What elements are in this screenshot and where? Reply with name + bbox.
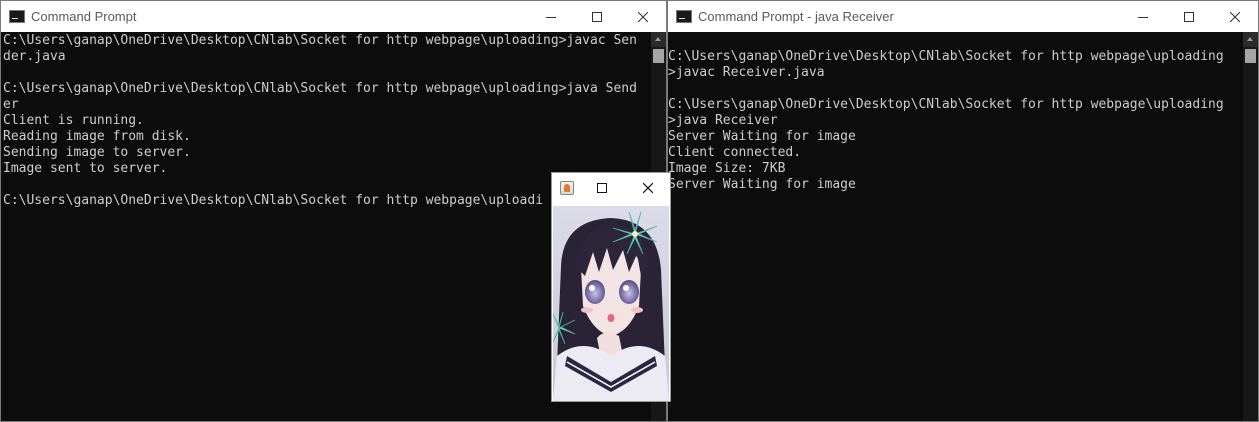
console-line: >java Receiver [668,113,778,128]
console-line: Client is running. [3,113,144,128]
console-line: er [3,97,19,112]
title-bar[interactable]: Command Prompt - java Receiver [668,1,1258,32]
close-icon [638,11,648,22]
console-line: C:\Users\ganap\OneDrive\Desktop\CNlab\So… [3,193,544,208]
console-line: Sending image to server. [3,145,191,160]
maximize-icon [597,183,607,193]
console-line: Image Size: 7KB [668,161,786,176]
minimize-button[interactable] [1120,1,1166,32]
minimize-icon [1138,16,1148,18]
close-button[interactable] [620,1,666,32]
console-line: Reading image from disk. [3,129,191,144]
maximize-button[interactable] [574,1,620,32]
minimize-icon [546,16,556,18]
cmd-icon [9,10,25,23]
title-bar[interactable] [552,173,670,203]
scroll-up-arrow-icon[interactable] [1243,32,1258,47]
console-line: Server Waiting for image [668,129,856,144]
console-line: C:\Users\ganap\OneDrive\Desktop\CNlab\So… [3,33,637,48]
scroll-up-arrow-icon[interactable] [651,32,666,47]
vertical-scrollbar[interactable] [1243,32,1258,421]
image-viewer-window [551,172,671,402]
title-bar[interactable]: Command Prompt [1,1,666,32]
close-button[interactable] [1212,1,1258,32]
maximize-button[interactable] [584,173,620,203]
received-image [553,206,669,401]
console-output[interactable]: C:\Users\ganap\OneDrive\Desktop\CNlab\So… [668,33,1224,193]
console-line: Server Waiting for image [668,177,856,192]
console-line: C:\Users\ganap\OneDrive\Desktop\CNlab\So… [668,97,1224,112]
console-line: Client connected. [668,145,802,160]
maximize-button[interactable] [1166,1,1212,32]
maximize-icon [592,11,602,22]
console-line: >javac Receiver.java [668,65,825,80]
console-output[interactable]: C:\Users\ganap\OneDrive\Desktop\CNlab\So… [3,33,637,209]
console-line: C:\Users\ganap\OneDrive\Desktop\CNlab\So… [3,81,637,96]
console-line: C:\Users\ganap\OneDrive\Desktop\CNlab\So… [668,49,1224,64]
close-icon [643,183,653,193]
window-title: Command Prompt [31,9,137,24]
java-icon [560,181,574,195]
console-line: Image sent to server. [3,161,168,176]
console-line: der.java [3,49,66,64]
cmd-icon [676,10,692,23]
maximize-icon [1184,11,1194,22]
minimize-button[interactable] [528,1,574,32]
receiver-console-window: Command Prompt - java Receiver C:\Users\… [667,0,1259,422]
close-icon [1230,11,1240,22]
close-button[interactable] [630,173,666,203]
scrollbar-thumb[interactable] [1245,49,1256,63]
window-title: Command Prompt - java Receiver [698,9,894,24]
scrollbar-thumb[interactable] [653,49,664,63]
